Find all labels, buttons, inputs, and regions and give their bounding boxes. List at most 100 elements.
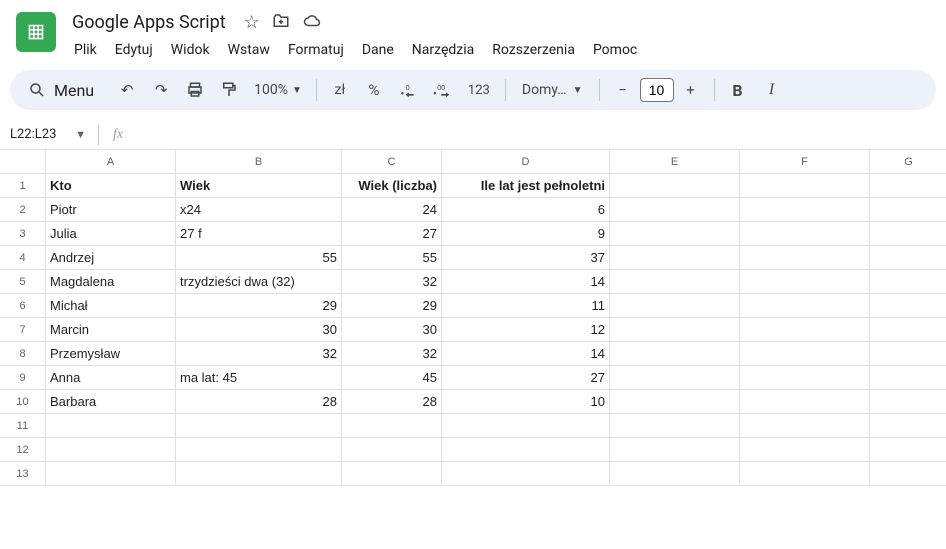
cell-E6[interactable] xyxy=(610,294,740,318)
cell-D6[interactable]: 11 xyxy=(442,294,610,318)
cell-B5[interactable]: trzydzieści dwa (32) xyxy=(176,270,342,294)
cell-E11[interactable] xyxy=(610,414,740,438)
cell-C2[interactable]: 24 xyxy=(342,198,442,222)
row-header-10[interactable]: 10 xyxy=(0,390,46,414)
cell-D3[interactable]: 9 xyxy=(442,222,610,246)
cell-A11[interactable] xyxy=(46,414,176,438)
font-size-input[interactable] xyxy=(640,78,674,102)
cell-C8[interactable]: 32 xyxy=(342,342,442,366)
cell-A8[interactable]: Przemysław xyxy=(46,342,176,366)
cell-D8[interactable]: 14 xyxy=(442,342,610,366)
menu-rozszerzenia[interactable]: Rozszerzenia xyxy=(484,38,583,62)
cell-G13[interactable] xyxy=(870,462,946,486)
cell-E12[interactable] xyxy=(610,438,740,462)
cell-C11[interactable] xyxy=(342,414,442,438)
cell-B8[interactable]: 32 xyxy=(176,342,342,366)
cell-B13[interactable] xyxy=(176,462,342,486)
cell-B3[interactable]: 27 f xyxy=(176,222,342,246)
cell-A5[interactable]: Magdalena xyxy=(46,270,176,294)
select-all-corner[interactable] xyxy=(0,150,46,174)
cell-E9[interactable] xyxy=(610,366,740,390)
cell-B11[interactable] xyxy=(176,414,342,438)
cell-F8[interactable] xyxy=(740,342,870,366)
cell-A9[interactable]: Anna xyxy=(46,366,176,390)
cell-F5[interactable] xyxy=(740,270,870,294)
cell-E5[interactable] xyxy=(610,270,740,294)
menu-narzędzia[interactable]: Narzędzia xyxy=(404,38,482,62)
cell-C10[interactable]: 28 xyxy=(342,390,442,414)
italic-button[interactable]: I xyxy=(757,75,787,105)
cell-F12[interactable] xyxy=(740,438,870,462)
cell-E7[interactable] xyxy=(610,318,740,342)
cell-G11[interactable] xyxy=(870,414,946,438)
cell-A6[interactable]: Michał xyxy=(46,294,176,318)
cell-A7[interactable]: Marcin xyxy=(46,318,176,342)
cell-G2[interactable] xyxy=(870,198,946,222)
zoom-select[interactable]: 100% ▼ xyxy=(248,82,308,98)
cell-D7[interactable]: 12 xyxy=(442,318,610,342)
row-header-5[interactable]: 5 xyxy=(0,270,46,294)
col-header-A[interactable]: A xyxy=(46,150,176,174)
cell-G1[interactable] xyxy=(870,174,946,198)
menu-search[interactable]: Menu xyxy=(20,77,108,104)
cell-D4[interactable]: 37 xyxy=(442,246,610,270)
menu-wstaw[interactable]: Wstaw xyxy=(220,38,278,62)
cell-E10[interactable] xyxy=(610,390,740,414)
cell-D5[interactable]: 14 xyxy=(442,270,610,294)
cell-G10[interactable] xyxy=(870,390,946,414)
row-header-11[interactable]: 11 xyxy=(0,414,46,438)
cell-D2[interactable]: 6 xyxy=(442,198,610,222)
increase-font-button[interactable]: + xyxy=(676,75,706,105)
cell-C9[interactable]: 45 xyxy=(342,366,442,390)
cell-B2[interactable]: x24 xyxy=(176,198,342,222)
paint-format-button[interactable] xyxy=(214,75,244,105)
cell-G4[interactable] xyxy=(870,246,946,270)
decrease-decimal-button[interactable]: 0 xyxy=(393,75,423,105)
cell-A10[interactable]: Barbara xyxy=(46,390,176,414)
increase-decimal-button[interactable]: 00 xyxy=(427,75,457,105)
cell-E3[interactable] xyxy=(610,222,740,246)
cell-E8[interactable] xyxy=(610,342,740,366)
col-header-E[interactable]: E xyxy=(610,150,740,174)
name-box[interactable]: L22:L23 ▼ xyxy=(6,127,92,142)
cell-A1[interactable]: Kto xyxy=(46,174,176,198)
redo-button[interactable]: ↷ xyxy=(146,75,176,105)
cell-F13[interactable] xyxy=(740,462,870,486)
row-header-9[interactable]: 9 xyxy=(0,366,46,390)
row-header-2[interactable]: 2 xyxy=(0,198,46,222)
cell-G3[interactable] xyxy=(870,222,946,246)
cell-A3[interactable]: Julia xyxy=(46,222,176,246)
cell-A4[interactable]: Andrzej xyxy=(46,246,176,270)
cell-F11[interactable] xyxy=(740,414,870,438)
cell-F7[interactable] xyxy=(740,318,870,342)
cell-F10[interactable] xyxy=(740,390,870,414)
cell-C7[interactable]: 30 xyxy=(342,318,442,342)
cell-B10[interactable]: 28 xyxy=(176,390,342,414)
row-header-7[interactable]: 7 xyxy=(0,318,46,342)
cell-D11[interactable] xyxy=(442,414,610,438)
cell-D13[interactable] xyxy=(442,462,610,486)
menu-formatuj[interactable]: Formatuj xyxy=(280,38,352,62)
row-header-1[interactable]: 1 xyxy=(0,174,46,198)
row-header-6[interactable]: 6 xyxy=(0,294,46,318)
undo-button[interactable]: ↶ xyxy=(112,75,142,105)
cell-G7[interactable] xyxy=(870,318,946,342)
row-header-8[interactable]: 8 xyxy=(0,342,46,366)
move-icon[interactable] xyxy=(272,12,290,33)
cell-B6[interactable]: 29 xyxy=(176,294,342,318)
cell-G8[interactable] xyxy=(870,342,946,366)
row-header-13[interactable]: 13 xyxy=(0,462,46,486)
col-header-D[interactable]: D xyxy=(442,150,610,174)
doc-title[interactable]: Google Apps Script xyxy=(66,10,232,35)
menu-dane[interactable]: Dane xyxy=(354,38,402,62)
cell-C4[interactable]: 55 xyxy=(342,246,442,270)
cell-F4[interactable] xyxy=(740,246,870,270)
cell-C6[interactable]: 29 xyxy=(342,294,442,318)
cell-D1[interactable]: Ile lat jest pełnoletni xyxy=(442,174,610,198)
bold-button[interactable]: B xyxy=(723,75,753,105)
col-header-F[interactable]: F xyxy=(740,150,870,174)
col-header-B[interactable]: B xyxy=(176,150,342,174)
cell-B12[interactable] xyxy=(176,438,342,462)
col-header-C[interactable]: C xyxy=(342,150,442,174)
formula-bar[interactable] xyxy=(131,120,946,149)
